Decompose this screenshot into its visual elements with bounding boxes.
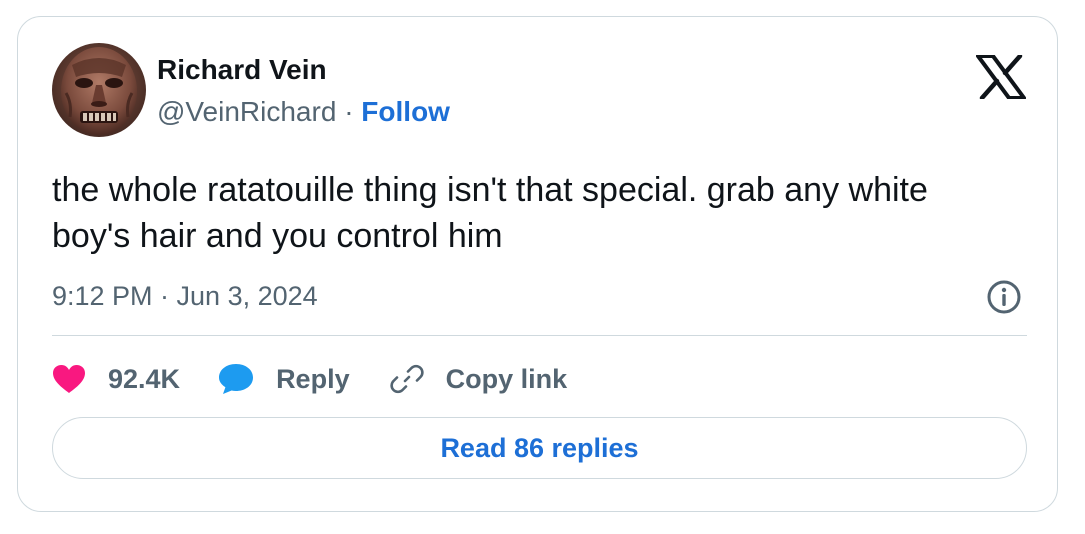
tweet-embed-card: Richard Vein @VeinRichard · Follow the w… — [17, 16, 1058, 512]
avatar-image — [52, 43, 146, 137]
reply-button[interactable]: Reply — [218, 363, 350, 395]
divider — [52, 335, 1027, 336]
author-info[interactable]: Richard Vein — [157, 53, 327, 87]
copy-link-label: Copy link — [445, 363, 568, 394]
link-icon — [389, 364, 424, 394]
speech-bubble-icon — [219, 364, 254, 394]
handle-separator: · — [344, 96, 354, 127]
reply-label: Reply — [276, 363, 350, 394]
handle-row: @VeinRichard · Follow — [157, 95, 450, 129]
like-button[interactable]: 92.4K — [52, 364, 180, 395]
heart-icon — [53, 365, 85, 393]
avatar[interactable] — [52, 43, 146, 137]
likes-count: 92.4K — [108, 363, 181, 394]
info-icon[interactable] — [986, 279, 1022, 315]
action-bar: 92.4K Reply Copy link — [52, 357, 567, 401]
copy-link-button[interactable]: Copy link — [389, 362, 568, 396]
read-replies-button[interactable]: Read 86 replies — [52, 417, 1027, 479]
x-logo-icon[interactable] — [976, 53, 1026, 101]
author-handle[interactable]: @VeinRichard — [157, 96, 336, 127]
follow-button[interactable]: Follow — [361, 96, 450, 127]
author-display-name[interactable]: Richard Vein — [157, 53, 327, 87]
tweet-timestamp[interactable]: 9:12 PM · Jun 3, 2024 — [52, 279, 318, 313]
tweet-text: the whole ratatouille thing isn't that s… — [52, 171, 928, 255]
